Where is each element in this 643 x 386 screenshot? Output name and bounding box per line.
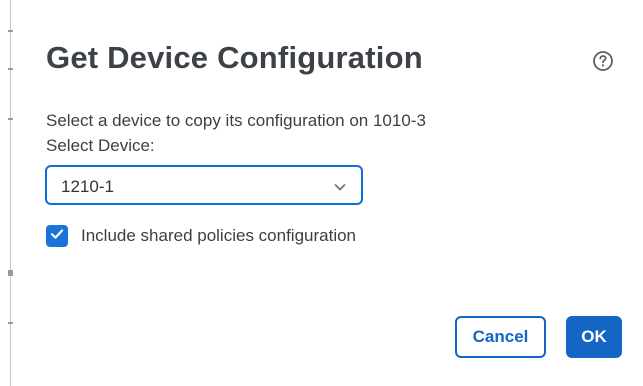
device-select[interactable]: 1210-1 (45, 165, 363, 205)
chevron-down-icon (333, 180, 347, 194)
page: Get Device Configuration Select a device… (0, 0, 643, 386)
device-select-value: 1210-1 (61, 177, 114, 196)
get-device-configuration-dialog: Get Device Configuration Select a device… (0, 0, 643, 386)
dialog-title: Get Device Configuration (46, 40, 423, 75)
dialog-description: Select a device to copy its configuratio… (46, 111, 426, 130)
ok-button[interactable]: OK (566, 316, 622, 358)
include-shared-policies-checkbox[interactable] (46, 225, 68, 247)
include-shared-policies-label: Include shared policies configuration (81, 226, 357, 245)
checkmark-icon (49, 226, 65, 247)
select-device-label: Select Device: (46, 136, 155, 155)
include-shared-policies-row: Include shared policies configuration (46, 224, 356, 248)
question-circle-icon[interactable] (592, 50, 614, 72)
cancel-button[interactable]: Cancel (455, 316, 546, 358)
